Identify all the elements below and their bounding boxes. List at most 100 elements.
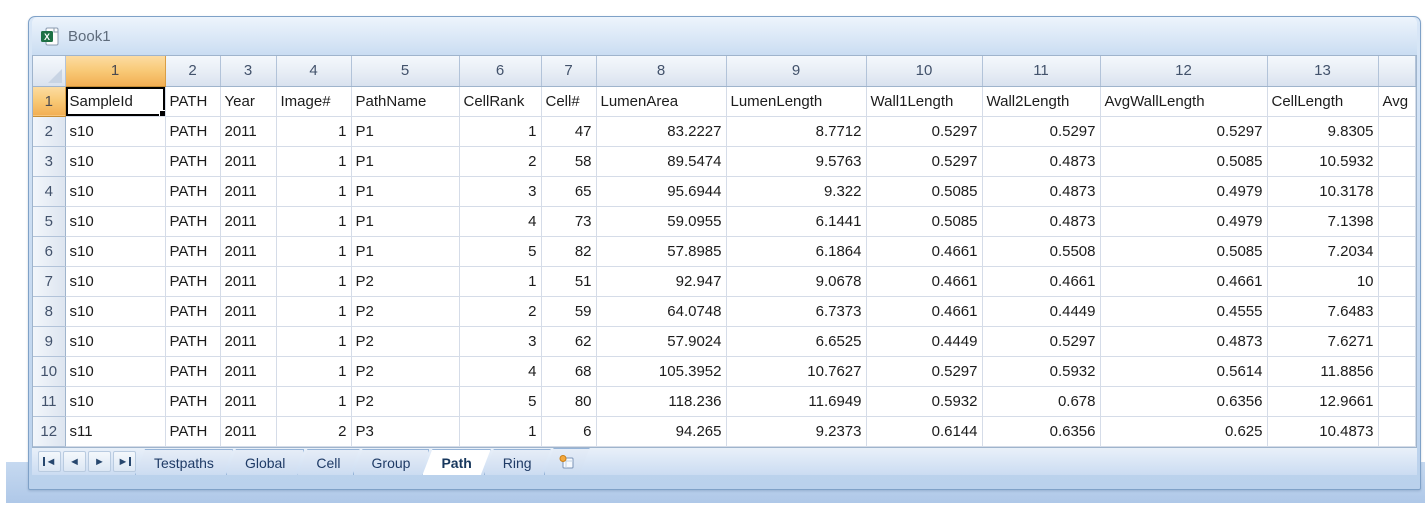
cell[interactable]: Image# bbox=[276, 86, 351, 116]
cell[interactable]: 0.5297 bbox=[866, 116, 982, 146]
cell[interactable]: 2011 bbox=[220, 116, 276, 146]
cell[interactable]: 51 bbox=[541, 266, 596, 296]
cell[interactable]: 0.4661 bbox=[982, 266, 1100, 296]
cell[interactable]: 0.4555 bbox=[1100, 296, 1267, 326]
cell[interactable]: 1 bbox=[276, 326, 351, 356]
cell[interactable]: PATH bbox=[165, 416, 220, 446]
cell[interactable]: 6.6525 bbox=[726, 326, 866, 356]
cell[interactable]: P2 bbox=[351, 356, 459, 386]
cell[interactable]: 2 bbox=[459, 146, 541, 176]
column-header-2[interactable]: 2 bbox=[165, 56, 220, 86]
cell[interactable]: 47 bbox=[541, 116, 596, 146]
cell[interactable]: P1 bbox=[351, 176, 459, 206]
cell[interactable] bbox=[1378, 356, 1416, 386]
cell[interactable]: 9.322 bbox=[726, 176, 866, 206]
cell[interactable]: P1 bbox=[351, 146, 459, 176]
cell[interactable]: PATH bbox=[165, 326, 220, 356]
cell[interactable]: s10 bbox=[65, 116, 165, 146]
cell[interactable]: 0.4873 bbox=[982, 206, 1100, 236]
cell[interactable]: s10 bbox=[65, 236, 165, 266]
cell[interactable]: Cell# bbox=[541, 86, 596, 116]
cell[interactable]: 57.8985 bbox=[596, 236, 726, 266]
cell[interactable]: 95.6944 bbox=[596, 176, 726, 206]
cell[interactable]: 0.5932 bbox=[982, 356, 1100, 386]
cell[interactable]: CellLength bbox=[1267, 86, 1378, 116]
row-header-10[interactable]: 10 bbox=[33, 356, 65, 386]
cell[interactable] bbox=[1378, 386, 1416, 416]
sheet-nav-first-button[interactable]: ◄ bbox=[38, 451, 61, 472]
cell[interactable]: 0.5297 bbox=[1100, 116, 1267, 146]
cell[interactable]: s11 bbox=[65, 416, 165, 446]
column-header-11[interactable]: 11 bbox=[982, 56, 1100, 86]
cell[interactable]: 0.4979 bbox=[1100, 176, 1267, 206]
cell[interactable]: 3 bbox=[459, 326, 541, 356]
cell[interactable]: 58 bbox=[541, 146, 596, 176]
cell[interactable]: 0.5932 bbox=[866, 386, 982, 416]
cell[interactable]: s10 bbox=[65, 296, 165, 326]
cell[interactable]: P1 bbox=[351, 236, 459, 266]
cell[interactable]: 92.947 bbox=[596, 266, 726, 296]
cell[interactable]: 57.9024 bbox=[596, 326, 726, 356]
cell[interactable]: 0.4873 bbox=[982, 176, 1100, 206]
sheet-tab-cell[interactable]: Cell bbox=[297, 449, 359, 475]
select-all-button[interactable] bbox=[33, 56, 65, 86]
cell[interactable]: 0.4873 bbox=[1100, 326, 1267, 356]
cell[interactable]: 59 bbox=[541, 296, 596, 326]
cell[interactable]: PATH bbox=[165, 296, 220, 326]
cell[interactable]: 89.5474 bbox=[596, 146, 726, 176]
cell[interactable]: s10 bbox=[65, 356, 165, 386]
column-header-9[interactable]: 9 bbox=[726, 56, 866, 86]
cell[interactable]: PATH bbox=[165, 176, 220, 206]
cell[interactable]: s10 bbox=[65, 146, 165, 176]
cell[interactable] bbox=[1378, 236, 1416, 266]
cell[interactable]: 2011 bbox=[220, 296, 276, 326]
cell[interactable]: PATH bbox=[165, 356, 220, 386]
cell[interactable]: 7.2034 bbox=[1267, 236, 1378, 266]
cell[interactable]: 0.5297 bbox=[866, 146, 982, 176]
cell[interactable]: 1 bbox=[276, 266, 351, 296]
cell[interactable]: 1 bbox=[276, 356, 351, 386]
cell[interactable]: Year bbox=[220, 86, 276, 116]
column-header-10[interactable]: 10 bbox=[866, 56, 982, 86]
cell[interactable]: 0.4873 bbox=[982, 146, 1100, 176]
cell[interactable]: 2011 bbox=[220, 266, 276, 296]
cell[interactable]: 4 bbox=[459, 356, 541, 386]
cell[interactable]: P3 bbox=[351, 416, 459, 446]
column-header-7[interactable]: 7 bbox=[541, 56, 596, 86]
cell[interactable]: SampleId bbox=[65, 86, 165, 116]
cell[interactable]: PATH bbox=[165, 206, 220, 236]
cell[interactable]: 10.4873 bbox=[1267, 416, 1378, 446]
cell[interactable] bbox=[1378, 326, 1416, 356]
cell[interactable]: 0.5297 bbox=[866, 356, 982, 386]
cell[interactable]: 11.6949 bbox=[726, 386, 866, 416]
cell[interactable]: 0.4661 bbox=[866, 296, 982, 326]
cell[interactable]: 0.5297 bbox=[982, 116, 1100, 146]
cell[interactable]: 1 bbox=[276, 236, 351, 266]
cell[interactable]: 1 bbox=[276, 206, 351, 236]
cell[interactable]: 6 bbox=[541, 416, 596, 446]
column-header-6[interactable]: 6 bbox=[459, 56, 541, 86]
column-header-14[interactable] bbox=[1378, 56, 1416, 86]
cell[interactable]: 2011 bbox=[220, 176, 276, 206]
cell[interactable]: PATH bbox=[165, 146, 220, 176]
cell[interactable] bbox=[1378, 266, 1416, 296]
cell[interactable]: 0.678 bbox=[982, 386, 1100, 416]
cell[interactable]: PathName bbox=[351, 86, 459, 116]
cell[interactable]: 1 bbox=[276, 386, 351, 416]
cell[interactable] bbox=[1378, 116, 1416, 146]
cell[interactable]: 94.265 bbox=[596, 416, 726, 446]
window-titlebar[interactable]: X Book1 bbox=[32, 17, 1417, 55]
cell[interactable]: 6.7373 bbox=[726, 296, 866, 326]
cell[interactable]: 0.5614 bbox=[1100, 356, 1267, 386]
cell[interactable]: 0.4661 bbox=[866, 266, 982, 296]
sheet-nav-next-button[interactable]: ► bbox=[88, 451, 111, 472]
cell[interactable]: 0.4449 bbox=[866, 326, 982, 356]
cell[interactable]: 83.2227 bbox=[596, 116, 726, 146]
cell[interactable]: PATH bbox=[165, 266, 220, 296]
cell[interactable]: P1 bbox=[351, 116, 459, 146]
cell[interactable]: 0.4661 bbox=[866, 236, 982, 266]
cell[interactable]: 7.1398 bbox=[1267, 206, 1378, 236]
cell[interactable]: 8.7712 bbox=[726, 116, 866, 146]
cell[interactable]: 65 bbox=[541, 176, 596, 206]
row-header-11[interactable]: 11 bbox=[33, 386, 65, 416]
